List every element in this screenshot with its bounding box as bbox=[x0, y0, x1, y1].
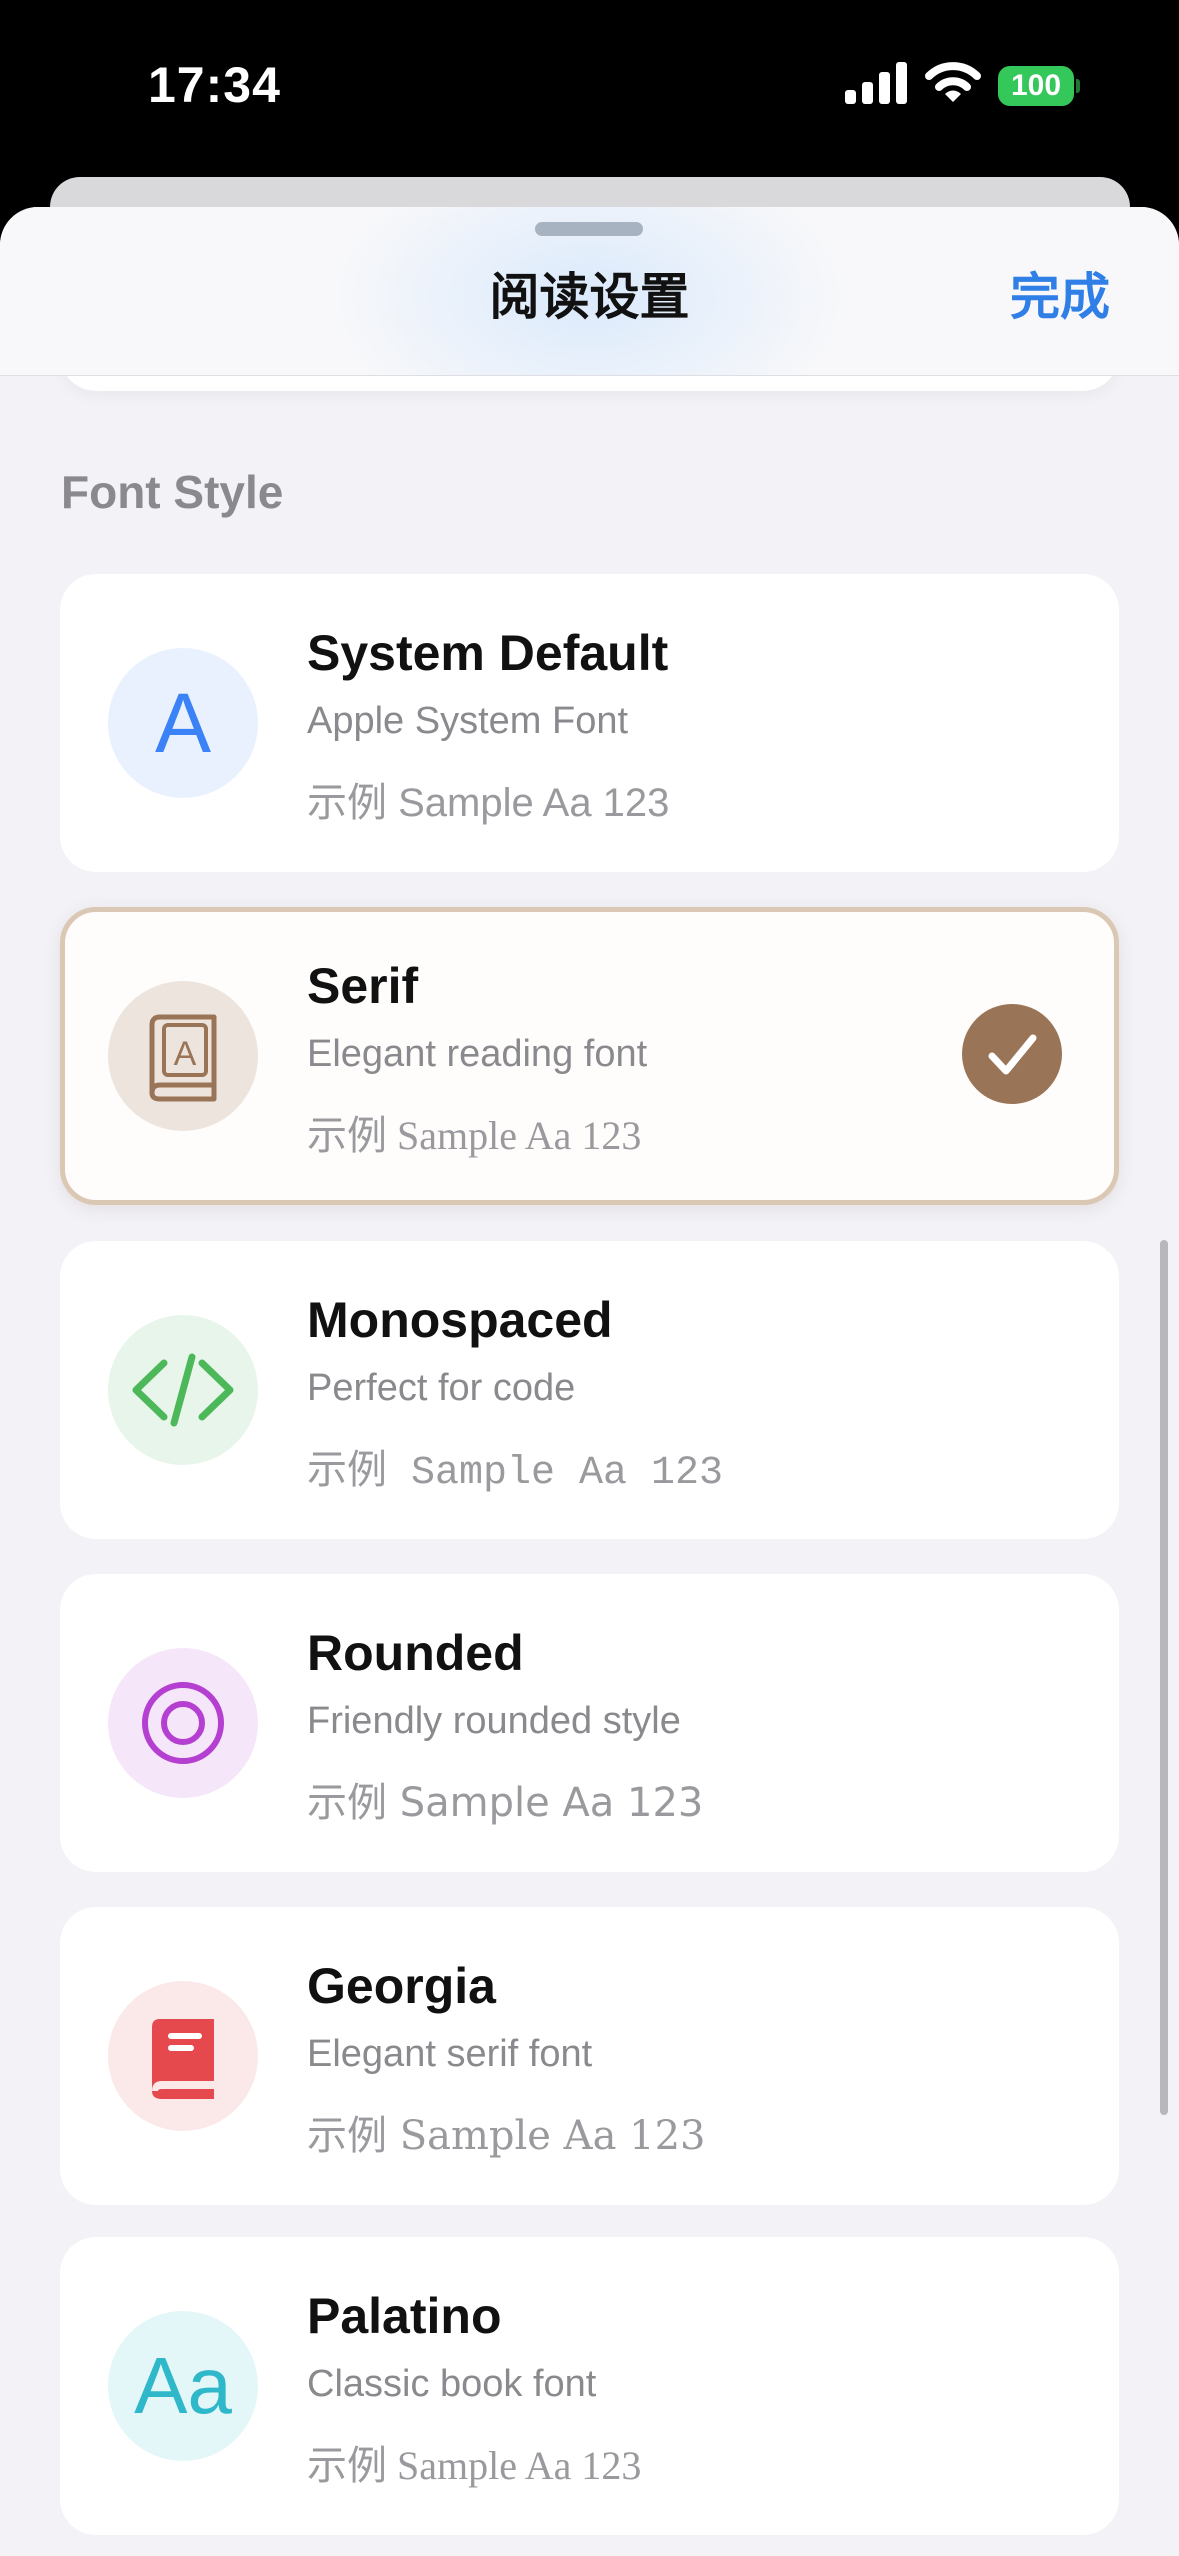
battery-level: 100 bbox=[1010, 69, 1062, 102]
sheet-grabber[interactable] bbox=[535, 222, 643, 236]
system-font-icon-bg: A bbox=[108, 648, 258, 798]
font-option-title: Rounded bbox=[307, 1625, 524, 1681]
font-option-rounded[interactable]: Rounded Friendly rounded style 示例 Sample… bbox=[60, 1574, 1119, 1872]
font-option-georgia[interactable]: Georgia Elegant serif font 示例 Sample Aa … bbox=[60, 1907, 1119, 2205]
font-option-sample: 示例 Sample Aa 123 bbox=[307, 1780, 704, 1826]
font-option-sample: 示例 Sample Aa 123 bbox=[307, 2443, 642, 2488]
font-option-sample: 示例 Sample Aa 123 bbox=[307, 2113, 706, 2159]
svg-text:A: A bbox=[174, 1035, 197, 1073]
monospaced-icon-bg bbox=[108, 1315, 258, 1465]
sheet-header: 阅读设置 完成 bbox=[0, 207, 1179, 376]
font-option-subtitle: Elegant serif font bbox=[307, 2033, 593, 2075]
font-option-title: Georgia bbox=[307, 1958, 496, 2014]
font-option-subtitle: Elegant reading font bbox=[307, 1033, 648, 1075]
status-bar: 17:34 100 bbox=[0, 0, 1179, 170]
font-option-palatino[interactable]: Aa Palatino Classic book font 示例 Sample … bbox=[60, 2237, 1119, 2535]
font-option-subtitle: Classic book font bbox=[307, 2363, 597, 2405]
font-option-title: System Default bbox=[307, 625, 669, 681]
font-option-serif[interactable]: A Serif Elegant reading font 示例 Sample A… bbox=[60, 907, 1119, 1205]
scrollbar[interactable] bbox=[1160, 1240, 1168, 2115]
font-option-subtitle: Apple System Font bbox=[307, 700, 629, 742]
font-style-section-title: Font Style bbox=[61, 466, 284, 518]
cellular-signal-icon bbox=[845, 62, 907, 104]
reading-settings-sheet: 阅读设置 完成 Font Style A System Default Appl… bbox=[0, 207, 1179, 2556]
palatino-icon-bg: Aa bbox=[108, 2311, 258, 2461]
code-brackets-icon bbox=[132, 1353, 234, 1427]
serif-icon-bg: A bbox=[108, 981, 258, 1131]
letter-a-icon: A bbox=[154, 676, 212, 770]
font-option-monospaced[interactable]: Monospaced Perfect for code 示例 Sample Aa… bbox=[60, 1241, 1119, 1539]
font-option-title: Monospaced bbox=[307, 1292, 613, 1348]
status-time: 17:34 bbox=[148, 57, 281, 113]
done-button[interactable]: 完成 bbox=[1010, 257, 1110, 329]
georgia-icon-bg bbox=[108, 1981, 258, 2131]
font-option-subtitle: Perfect for code bbox=[307, 1367, 576, 1409]
book-icon: A bbox=[149, 1014, 217, 1102]
font-option-sample: 示例 Sample Aa 123 bbox=[307, 1451, 724, 1496]
font-option-title: Palatino bbox=[307, 2288, 502, 2344]
font-option-subtitle: Friendly rounded style bbox=[307, 1700, 681, 1742]
font-option-sample: 示例 Sample Aa 123 bbox=[307, 781, 670, 825]
font-option-system-default[interactable]: A System Default Apple System Font 示例 Sa… bbox=[60, 574, 1119, 872]
font-option-title: Serif bbox=[307, 958, 419, 1014]
book-closed-icon bbox=[152, 2019, 214, 2099]
concentric-circle-icon bbox=[142, 1682, 224, 1764]
battery-icon: 100 bbox=[998, 66, 1080, 106]
rounded-icon-bg bbox=[108, 1648, 258, 1798]
letters-aa-icon: Aa bbox=[134, 2341, 232, 2430]
font-option-sample: 示例 Sample Aa 123 bbox=[307, 1113, 642, 1158]
selected-checkmark-icon bbox=[962, 1004, 1062, 1104]
sheet-title: 阅读设置 bbox=[489, 269, 690, 325]
wifi-icon bbox=[925, 62, 981, 102]
